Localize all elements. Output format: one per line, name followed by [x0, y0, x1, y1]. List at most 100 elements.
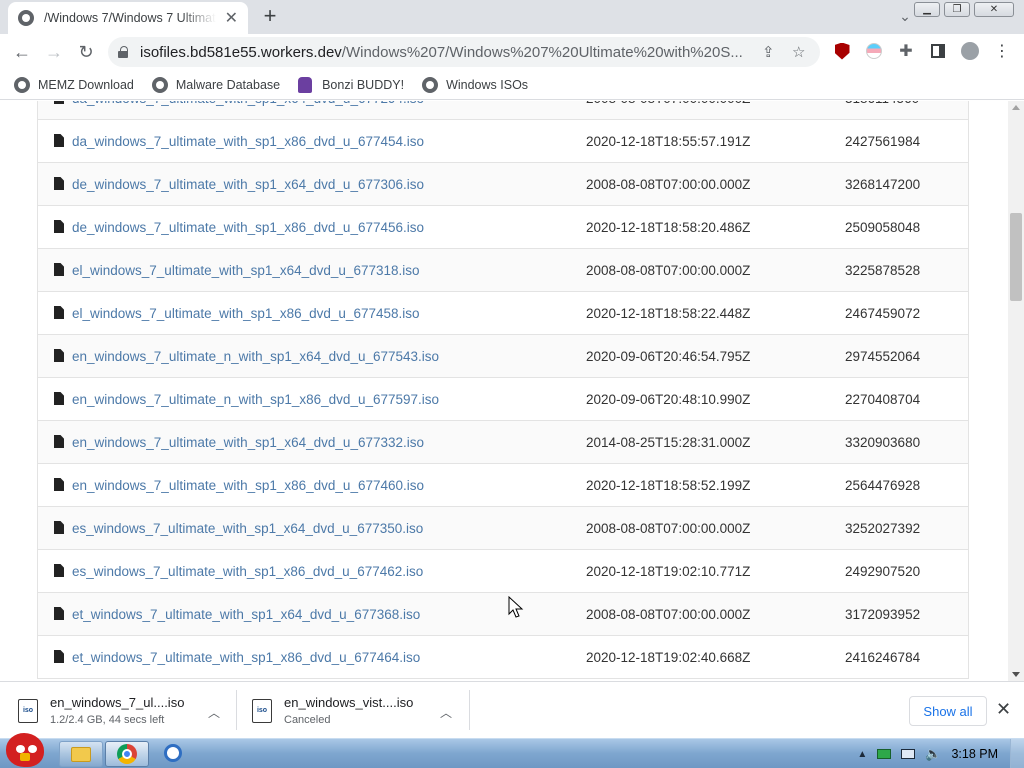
- file-size: 3225878528: [845, 262, 921, 278]
- file-date: 2008-08-08T07:00:00.000Z: [586, 101, 750, 106]
- file-link[interactable]: et_windows_7_ultimate_with_sp1_x86_dvd_u…: [72, 650, 420, 665]
- shelf-divider: [469, 690, 470, 730]
- file-size: 2427561984: [845, 133, 921, 149]
- file-link[interactable]: el_windows_7_ultimate_with_sp1_x86_dvd_u…: [72, 306, 420, 321]
- file-link[interactable]: es_windows_7_ultimate_with_sp1_x64_dvd_u…: [72, 521, 423, 536]
- file-size: 2467459072: [845, 305, 921, 321]
- file-icon: [54, 435, 64, 448]
- file-date: 2020-09-06T20:46:54.795Z: [586, 348, 751, 364]
- chevron-up-icon[interactable]: ︿: [440, 704, 452, 721]
- page-content: da_windows_7_ultimate_with_sp1_x64_dvd_u…: [0, 101, 1008, 681]
- file-link[interactable]: et_windows_7_ultimate_with_sp1_x64_dvd_u…: [72, 607, 420, 622]
- file-link[interactable]: da_windows_7_ultimate_with_sp1_x64_dvd_u…: [72, 101, 424, 106]
- minimize-button[interactable]: ▁: [914, 2, 940, 17]
- table-row: es_windows_7_ultimate_with_sp1_x86_dvd_u…: [38, 550, 968, 593]
- file-link[interactable]: de_windows_7_ultimate_with_sp1_x64_dvd_u…: [72, 177, 424, 192]
- file-date: 2020-12-18T18:55:57.191Z: [586, 133, 751, 149]
- file-icon: [54, 349, 64, 362]
- ublock-extension-icon[interactable]: [833, 42, 851, 60]
- table-row: en_windows_7_ultimate_with_sp1_x86_dvd_u…: [38, 464, 968, 507]
- file-link[interactable]: de_windows_7_ultimate_with_sp1_x86_dvd_u…: [72, 220, 424, 235]
- file-date: 2020-12-18T18:58:22.448Z: [586, 305, 751, 321]
- shelf-divider: [236, 690, 237, 730]
- vertical-scrollbar[interactable]: [1008, 101, 1024, 681]
- side-panel-icon[interactable]: [929, 42, 947, 60]
- bookmark-label: Bonzi BUDDY!: [322, 77, 405, 92]
- download-status: Canceled: [284, 714, 331, 726]
- scrollbar-thumb[interactable]: [1010, 213, 1022, 301]
- bookmark-bonzi-buddy[interactable]: Bonzi BUDDY!: [298, 76, 405, 93]
- extensions-puzzle-icon[interactable]: ✚: [897, 42, 915, 60]
- extension-icon[interactable]: [865, 42, 883, 60]
- lock-icon[interactable]: [118, 46, 128, 58]
- file-icon: [54, 220, 64, 233]
- system-tray: ▲ 🔈 3:18 PM: [857, 739, 1024, 768]
- bookmark-star-icon[interactable]: ☆: [792, 43, 805, 61]
- bookmark-windows-isos[interactable]: Windows ISOs: [422, 76, 528, 93]
- file-link[interactable]: en_windows_7_ultimate_n_with_sp1_x64_dvd…: [72, 349, 439, 364]
- profile-avatar-icon[interactable]: [961, 42, 979, 60]
- table-row: el_windows_7_ultimate_with_sp1_x64_dvd_u…: [38, 249, 968, 292]
- file-link[interactable]: en_windows_7_ultimate_with_sp1_x64_dvd_u…: [72, 435, 424, 450]
- chevron-up-icon[interactable]: ︿: [208, 704, 220, 721]
- bookmark-malware-database[interactable]: Malware Database: [151, 76, 280, 93]
- file-link[interactable]: el_windows_7_ultimate_with_sp1_x64_dvd_u…: [72, 263, 420, 278]
- file-date: 2008-08-08T07:00:00.000Z: [586, 176, 751, 192]
- show-all-button[interactable]: Show all: [909, 696, 987, 726]
- file-icon: [54, 134, 64, 147]
- iso-file-icon: iso: [252, 698, 272, 723]
- bookmark-memz[interactable]: MEMZ Download: [14, 76, 134, 93]
- download-filename: en_windows_vist....iso: [284, 695, 414, 710]
- table-row: et_windows_7_ultimate_with_sp1_x86_dvd_u…: [38, 636, 968, 679]
- file-icon: [54, 177, 64, 190]
- file-icon: [54, 392, 64, 405]
- address-bar[interactable]: isofiles.bd581e55.workers.dev/Windows%20…: [108, 37, 820, 67]
- download-item[interactable]: iso en_windows_7_ul....iso 1.2/2.4 GB, 4…: [18, 682, 230, 739]
- close-window-button[interactable]: ✕: [974, 2, 1014, 17]
- file-date: 2008-08-08T07:00:00.000Z: [586, 606, 751, 622]
- address-url[interactable]: isofiles.bd581e55.workers.dev/Windows%20…: [140, 44, 752, 61]
- file-date: 2020-12-18T19:02:40.668Z: [586, 649, 751, 665]
- maximize-button[interactable]: ❐: [944, 2, 970, 17]
- file-icon: [54, 650, 64, 663]
- bird-eye: [28, 745, 37, 753]
- scroll-up-arrow-icon[interactable]: [1012, 105, 1020, 110]
- globe-icon: [151, 76, 168, 93]
- download-item[interactable]: iso en_windows_vist....iso Canceled ︿: [252, 682, 466, 739]
- file-link[interactable]: da_windows_7_ultimate_with_sp1_x86_dvd_u…: [72, 134, 424, 149]
- browser-tab[interactable]: /Windows 7/Windows 7 Ultimate ✕: [8, 2, 248, 34]
- new-tab-button[interactable]: +: [258, 5, 282, 29]
- angry-bird-start-icon: [6, 733, 44, 767]
- file-link[interactable]: en_windows_7_ultimate_n_with_sp1_x86_dvd…: [72, 392, 439, 407]
- file-link[interactable]: en_windows_7_ultimate_with_sp1_x86_dvd_u…: [72, 478, 424, 493]
- file-size: 3186114560: [845, 101, 919, 106]
- back-button[interactable]: ←: [6, 36, 38, 68]
- file-link[interactable]: es_windows_7_ultimate_with_sp1_x86_dvd_u…: [72, 564, 423, 579]
- scroll-down-arrow-icon[interactable]: [1012, 672, 1020, 677]
- start-button[interactable]: [2, 731, 48, 768]
- chrome-canary-icon[interactable]: [164, 744, 182, 762]
- network-icon[interactable]: [901, 749, 916, 759]
- file-size: 2416246784: [845, 649, 921, 665]
- menu-kebab-icon[interactable]: ⋮: [993, 42, 1011, 60]
- bonzi-icon: [298, 76, 313, 93]
- forward-button[interactable]: →: [38, 36, 70, 68]
- share-icon[interactable]: ⇪: [762, 43, 775, 61]
- globe-icon: [18, 10, 34, 26]
- bookmarks-bar: MEMZ Download Malware Database Bonzi BUD…: [0, 70, 1024, 100]
- file-size: 2974552064: [845, 348, 921, 364]
- reload-button[interactable]: ↻: [70, 36, 102, 68]
- tray-expand-icon[interactable]: ▲: [857, 749, 867, 760]
- taskbar-chrome[interactable]: [105, 741, 149, 767]
- table-row: el_windows_7_ultimate_with_sp1_x86_dvd_u…: [38, 292, 968, 335]
- battery-icon[interactable]: [877, 749, 892, 759]
- show-desktop-button[interactable]: [1010, 739, 1024, 768]
- taskbar-explorer[interactable]: [59, 741, 103, 767]
- clock[interactable]: 3:18 PM: [951, 747, 998, 761]
- table-row: de_windows_7_ultimate_with_sp1_x64_dvd_u…: [38, 163, 968, 206]
- tab-close-icon[interactable]: ✕: [225, 8, 238, 28]
- close-shelf-icon[interactable]: ✕: [996, 699, 1011, 720]
- iso-file-icon: iso: [18, 698, 38, 723]
- tab-search-chevron-icon[interactable]: ⌄: [895, 8, 915, 28]
- volume-icon[interactable]: 🔈: [925, 746, 941, 762]
